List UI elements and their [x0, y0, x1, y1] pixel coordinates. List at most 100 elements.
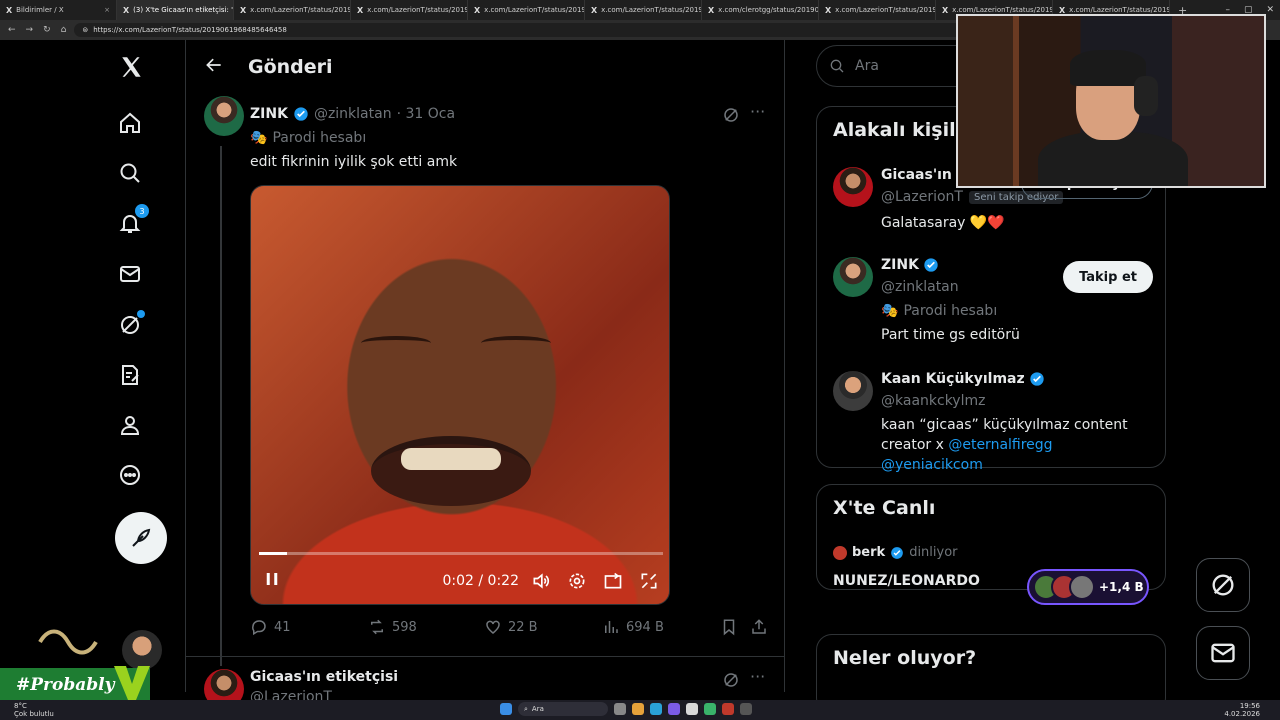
related-person[interactable]: Kaan Küçükyılmaz @kaankckylmz kaan “gica… [833, 371, 1153, 473]
grok-icon[interactable] [722, 671, 740, 693]
avatar[interactable] [833, 257, 873, 297]
author-name[interactable]: ZINK [250, 106, 288, 122]
file-explorer-icon[interactable] [632, 703, 644, 715]
profile-icon[interactable] [117, 412, 143, 438]
avatar[interactable] [833, 167, 873, 207]
back-icon[interactable]: ← [8, 25, 16, 35]
reply-button[interactable]: 41 [250, 618, 291, 636]
header: Gönderi [186, 40, 784, 93]
forward-icon[interactable]: → [26, 25, 34, 35]
task-view-icon[interactable] [614, 703, 626, 715]
compose-post-button[interactable] [115, 512, 167, 564]
browser-tab[interactable]: Xx.com/LazerionT/status/20190628× [468, 0, 585, 20]
person-handle: @kaankckylmz [881, 393, 986, 409]
mention-link[interactable]: @yeniacikcom [881, 457, 983, 473]
person-handle: @zinklatan [881, 279, 959, 295]
mask-icon: 🎭 [250, 130, 268, 146]
video-frame [481, 336, 551, 350]
share-button[interactable] [750, 618, 768, 636]
person-name: Kaan Küçükyılmaz [881, 371, 1045, 387]
space-title[interactable]: NUNEZ/LEONARDO [833, 573, 980, 589]
browser-tab-active[interactable]: X(3) X'te Gicaas'ın etiketçisi: "× [117, 0, 234, 20]
space-listeners-button[interactable]: +1,4 B [1027, 569, 1149, 605]
windows-start-icon[interactable] [500, 703, 512, 715]
person-name: ZINK [881, 257, 939, 273]
verified-badge-icon [1029, 372, 1044, 386]
x-logo-icon: X [825, 5, 832, 15]
author-handle[interactable]: @zinklatan [314, 106, 392, 122]
obs-icon[interactable] [722, 703, 734, 715]
live-card: X'te Canlı berk dinliyor NUNEZ/LEONARDO … [816, 484, 1166, 605]
fullscreen-icon[interactable] [639, 571, 659, 591]
views-button[interactable]: 694 B [602, 618, 664, 636]
follow-button[interactable]: Takip et [1063, 261, 1153, 293]
home-icon[interactable]: ⌂ [61, 25, 67, 35]
reply-tweet[interactable]: Gicaas'ın etiketçisi @LazerionT ··· [186, 656, 784, 709]
video-frame [401, 448, 501, 470]
video-time: 0:02 / 0:22 [442, 573, 520, 589]
live-host[interactable]: berk dinliyor [833, 545, 958, 560]
video-frame [251, 186, 669, 604]
browser-tab[interactable]: X Bildirimler / X × [0, 0, 117, 20]
taskbar-search[interactable]: ⌕ Ara [518, 702, 608, 716]
bookmark-button[interactable] [720, 618, 738, 636]
pause-icon[interactable] [263, 570, 281, 592]
tweet-date[interactable]: · 31 Oca [397, 106, 455, 122]
search-icon[interactable] [117, 160, 143, 186]
messages-float-button[interactable] [1196, 626, 1250, 680]
repost-button[interactable]: 598 [368, 618, 417, 636]
more-options-icon[interactable]: ··· [750, 102, 765, 121]
url-field[interactable]: ⊜ https://x.com/LazerionT/status/2019061… [74, 23, 975, 37]
heart-icon [486, 620, 500, 634]
taskbar-clock[interactable]: 19:56 4.02.2026 [1224, 702, 1260, 718]
card-title: X'te Canlı [833, 497, 936, 519]
site-info-icon[interactable]: ⊜ [82, 26, 88, 34]
close-icon[interactable]: × [104, 6, 110, 14]
x-logo-icon: X [591, 5, 598, 15]
mail-icon[interactable] [117, 261, 143, 287]
chrome-icon[interactable] [686, 703, 698, 715]
browser-tab[interactable]: Xx.com/LazerionT/status/20190628× [234, 0, 351, 20]
video-player[interactable]: 0:02 / 0:22 [250, 185, 670, 605]
more-icon[interactable] [117, 462, 143, 488]
repost-icon [371, 619, 383, 635]
author-name[interactable]: Gicaas'ın etiketçisi [250, 669, 398, 685]
browser-tab[interactable]: Xx.com/clerotgg/status/20190656× [702, 0, 819, 20]
home-icon[interactable] [117, 110, 143, 136]
taskbar-apps: ⌕ Ara [500, 702, 752, 716]
back-arrow-icon[interactable] [204, 55, 224, 79]
settings-gear-icon[interactable] [567, 571, 587, 591]
reload-icon[interactable]: ↻ [43, 25, 51, 35]
browser-tab[interactable]: Xx.com/LazerionT/status/20190628× [351, 0, 468, 20]
video-progress-bar[interactable] [259, 552, 663, 555]
volume-icon[interactable] [531, 571, 551, 591]
whatsapp-icon[interactable] [704, 703, 716, 715]
dragon-logo-icon [38, 629, 98, 655]
grok-float-button[interactable] [1196, 558, 1250, 612]
grok-icon[interactable] [117, 310, 145, 338]
tweet-author: ZINK @zinklatan · 31 Oca [250, 106, 455, 122]
pip-icon[interactable] [603, 571, 623, 591]
related-person[interactable]: ZINK @zinklatan Takip et 🎭 Parodi hesabı … [833, 257, 1153, 347]
verified-badge-icon [891, 546, 904, 559]
mention-link[interactable]: @eternalfiregg [948, 437, 1052, 453]
edge-icon[interactable] [650, 703, 662, 715]
more-options-icon[interactable]: ··· [750, 667, 765, 686]
like-button[interactable]: 22 B [484, 618, 538, 636]
browser-tab[interactable]: Xx.com/LazerionT/status/20190628× [585, 0, 702, 20]
drafts-icon[interactable] [117, 362, 143, 388]
grok-icon[interactable] [722, 106, 740, 128]
search-icon [830, 59, 844, 73]
reply-icon [252, 620, 266, 636]
weather-widget[interactable]: 8°C Çok bulutlu [14, 702, 54, 718]
x-logo-icon[interactable] [117, 52, 147, 82]
browser-tab[interactable]: Xx.com/LazerionT/status/20190628× [819, 0, 936, 20]
settings-gear-icon[interactable] [740, 703, 752, 715]
left-nav: 3 [110, 40, 185, 692]
close-window-icon[interactable]: ✕ [1266, 5, 1274, 15]
discord-icon[interactable] [668, 703, 680, 715]
avatar[interactable] [833, 371, 873, 411]
divider [784, 40, 785, 692]
bell-icon[interactable]: 3 [117, 204, 149, 236]
avatar[interactable] [204, 96, 244, 136]
